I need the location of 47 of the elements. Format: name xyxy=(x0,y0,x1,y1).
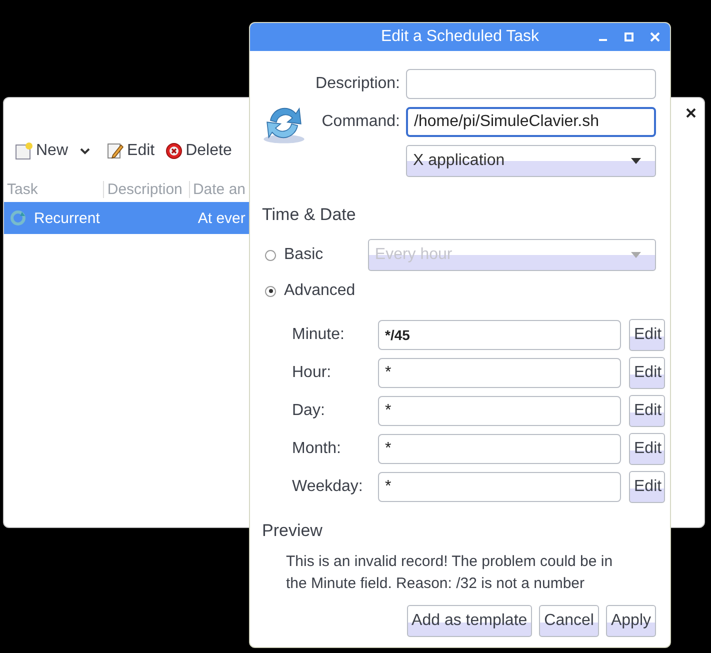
input-field[interactable]: * xyxy=(378,434,621,464)
type-dropdown[interactable]: X application xyxy=(406,145,656,177)
input-field[interactable]: * xyxy=(378,396,621,426)
edit-button[interactable]: Edit xyxy=(629,433,665,465)
edit-button[interactable]: Edit xyxy=(629,395,665,427)
dropdown-value: Every hour xyxy=(374,246,452,264)
edit-button[interactable]: Edit xyxy=(629,319,665,351)
new-document-icon xyxy=(15,142,33,160)
caret-icon xyxy=(631,252,641,258)
dialog-button[interactable]: Cancel xyxy=(539,605,599,637)
field-label: Minute: xyxy=(292,326,346,344)
edit-button[interactable]: Edit xyxy=(629,357,665,389)
delete-icon xyxy=(164,142,183,160)
input-field[interactable]: * xyxy=(378,358,621,388)
description-field[interactable] xyxy=(406,69,656,99)
maximize-icon[interactable] xyxy=(624,32,634,42)
section-heading: Preview xyxy=(262,521,324,541)
field-label: Hour: xyxy=(292,364,332,382)
edit-button[interactable]: Edit xyxy=(629,471,665,503)
radio-label[interactable]: Advanced xyxy=(284,282,356,300)
close-icon[interactable] xyxy=(686,108,696,118)
caret-icon xyxy=(79,147,92,155)
delete-button[interactable]: Delete xyxy=(162,140,235,162)
dropdown-value: X application xyxy=(413,152,505,170)
dialog-button[interactable]: Add as template xyxy=(406,605,532,637)
refresh-icon xyxy=(10,210,26,226)
input-field[interactable]: * xyxy=(378,472,621,502)
section-heading: Time & Date xyxy=(262,205,357,225)
preview-message: This is an invalid record! The problem could be in the Minute field. Reason: /32 is not a number xyxy=(286,552,614,594)
window-title: Edit a Scheduled Task xyxy=(380,28,540,46)
command-label: Command: xyxy=(320,113,400,131)
radio-button[interactable] xyxy=(265,250,276,260)
new-button[interactable]: New xyxy=(12,140,72,162)
input-field[interactable]: */45 xyxy=(378,320,621,350)
radio-button[interactable] xyxy=(265,286,276,296)
table-cell: Recurrent xyxy=(34,210,100,226)
pencil-icon xyxy=(106,142,124,160)
radio-label[interactable]: Basic xyxy=(284,246,324,264)
dialog-button[interactable]: Apply xyxy=(606,605,656,637)
description-label: Description: xyxy=(314,75,400,93)
edit-button[interactable]: Edit xyxy=(103,140,158,162)
field-label: Weekday: xyxy=(292,478,364,496)
table-cell: At ever xyxy=(198,210,246,226)
command-field[interactable]: /home/pi/SimuleClavier.sh xyxy=(406,107,656,137)
field-label: Day: xyxy=(292,402,326,420)
caret-icon xyxy=(631,158,641,164)
field-label: Month: xyxy=(292,440,342,458)
